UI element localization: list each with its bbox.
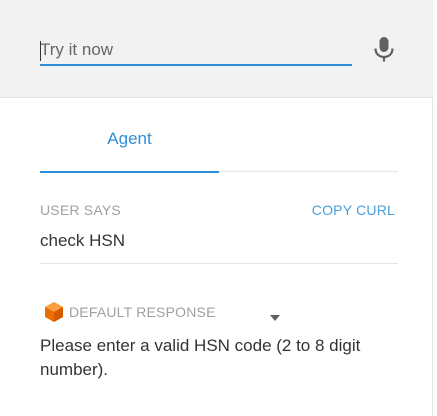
divider: [40, 263, 398, 264]
tab-bar: Agent: [40, 120, 398, 173]
test-console-panel: Agent USER SAYS COPY CURL check HSN DEFA…: [0, 0, 433, 416]
try-it-input[interactable]: [40, 36, 352, 66]
dialogflow-icon: [45, 302, 63, 322]
default-response-label: DEFAULT RESPONSE: [69, 304, 216, 320]
text-caret: [40, 41, 41, 61]
active-tab-indicator: [40, 171, 219, 173]
copy-curl-link[interactable]: COPY CURL: [312, 202, 395, 218]
chevron-down-icon[interactable]: [269, 309, 281, 321]
microphone-icon[interactable]: [372, 36, 396, 64]
tab-agent[interactable]: Agent: [40, 120, 219, 173]
tab-agent-label: Agent: [107, 129, 152, 148]
response-text: Please enter a valid HSN code (2 to 8 di…: [40, 336, 361, 379]
try-it-input-wrapper: [40, 36, 352, 68]
user-says-label: USER SAYS: [40, 202, 121, 218]
user-query-text: check HSN: [40, 231, 126, 250]
try-it-bar: [0, 0, 433, 98]
